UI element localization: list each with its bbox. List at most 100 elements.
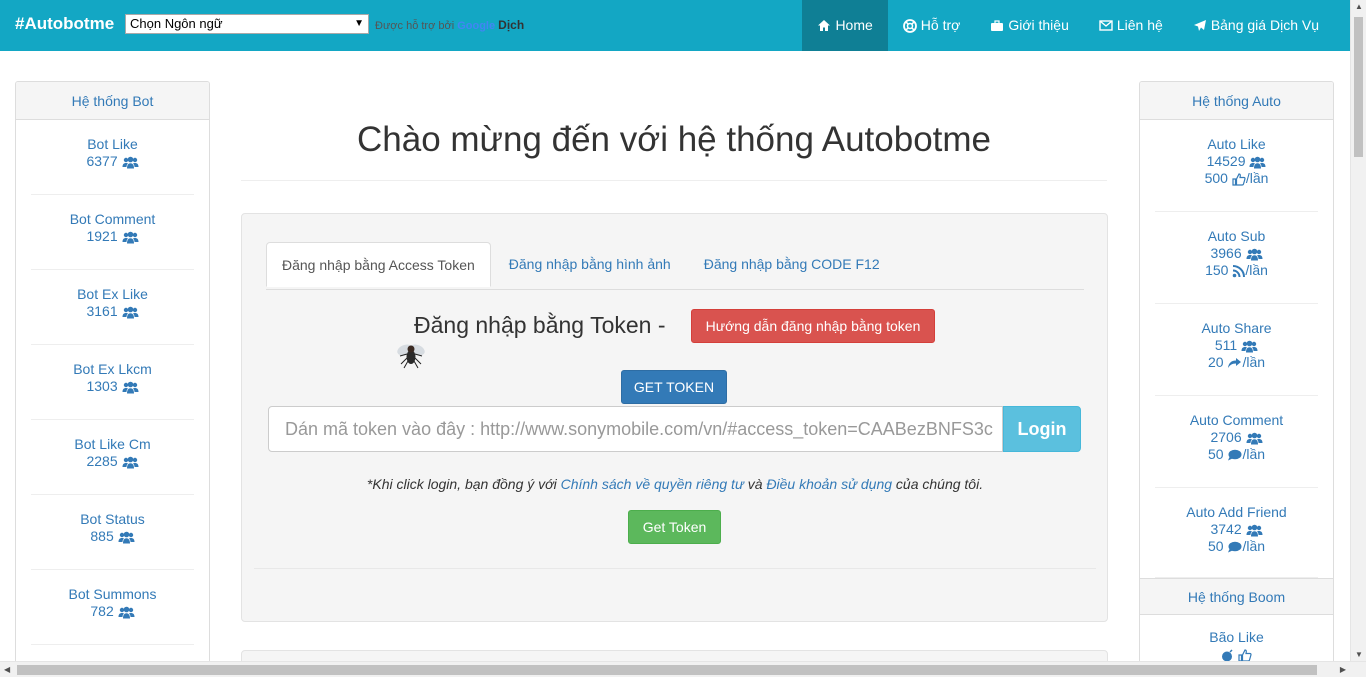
nav-contact[interactable]: Liên hệ: [1084, 0, 1178, 51]
rss-icon: [1233, 264, 1246, 278]
nav-about[interactable]: Giới thiệu: [975, 0, 1084, 51]
auto-item-comment[interactable]: Auto Comment 2706 50 /lần: [1155, 396, 1318, 488]
brand-logo[interactable]: #Autobotme: [15, 14, 114, 34]
bomb-icon: [1222, 649, 1233, 662]
bot-item-label: Bot Comment: [69, 211, 156, 227]
bot-item-count: 782: [90, 603, 114, 619]
terms-notice: *Khi click login, bạn đồng ý với Chính s…: [242, 476, 1108, 492]
auto-item-label: Auto Add Friend: [1186, 504, 1287, 520]
bot-item-count: 3161: [86, 303, 118, 319]
users-icon: [122, 153, 139, 169]
thumbs-up-icon: [1232, 173, 1246, 186]
bot-item-like[interactable]: Bot Like 6377: [31, 120, 194, 195]
vertical-scroll-thumb[interactable]: [1354, 17, 1363, 157]
login-button[interactable]: Login: [1003, 406, 1081, 452]
users-icon: [118, 528, 135, 544]
tab-image-login[interactable]: Đăng nhập bằng hình ảnh: [494, 242, 686, 286]
auto-item-rate: 50: [1207, 446, 1224, 462]
horizontal-scrollbar[interactable]: ◀ ▶: [0, 661, 1366, 677]
bot-item-summons[interactable]: Bot Summons 782: [31, 570, 194, 645]
top-navbar: #Autobotme Chọn Ngôn ngữ ▼ Được hỗ trợ b…: [0, 0, 1350, 51]
auto-item-sub[interactable]: Auto Sub 3966 150 /lần: [1155, 212, 1318, 304]
language-select[interactable]: Chọn Ngôn ngữ ▼: [125, 14, 369, 34]
token-input[interactable]: Dán mã token vào đây : http://www.sonymo…: [268, 406, 1003, 452]
auto-item-rate: 50: [1207, 538, 1224, 554]
home-icon: [818, 20, 831, 31]
auto-item-add-friend[interactable]: Auto Add Friend 3742 50 /lần: [1155, 488, 1318, 578]
scroll-left-icon[interactable]: ◀: [4, 665, 10, 674]
nav-pricing[interactable]: Bảng giá Dịch Vụ: [1178, 0, 1334, 51]
bot-item-label: Bot Ex Like: [77, 286, 148, 302]
powered-by-label: Được hỗ trợ bởi: [375, 20, 455, 32]
auto-item-count: 14529: [1206, 153, 1246, 169]
comment-icon: [1228, 541, 1242, 553]
lifebuoy-icon: [902, 18, 917, 33]
bot-item-like-cm[interactable]: Bot Like Cm 2285: [31, 420, 194, 495]
bot-item-status[interactable]: Bot Status 885: [31, 495, 194, 570]
share-icon: [1228, 358, 1242, 369]
chevron-down-icon: ▼: [354, 18, 364, 29]
auto-item-suffix: /lần: [1242, 446, 1266, 462]
auto-item-share[interactable]: Auto Share 511 20 /lần: [1155, 304, 1318, 396]
google-logo-text: Google: [457, 20, 496, 32]
scroll-down-icon[interactable]: ▼: [1355, 650, 1363, 659]
get-token-top-button[interactable]: GET TOKEN: [621, 370, 727, 404]
bot-item-label: Bot Like Cm: [74, 436, 151, 452]
users-icon: [122, 378, 139, 394]
tab-access-token[interactable]: Đăng nhập bằng Access Token: [266, 242, 491, 287]
users-icon: [1246, 429, 1263, 445]
powered-by-google: Được hỗ trợ bởi Google Dịch: [375, 18, 524, 32]
nav-support[interactable]: Hỗ trợ: [888, 0, 976, 51]
language-select-value: Chọn Ngôn ngữ: [130, 16, 223, 31]
auto-item-suffix: /lần: [1245, 170, 1269, 186]
nav-about-label: Giới thiệu: [1008, 17, 1069, 33]
auto-item-rate: 500: [1204, 170, 1228, 186]
vertical-scrollbar[interactable]: ▲ ▼: [1350, 0, 1366, 661]
bot-item-count: 1921: [86, 228, 118, 244]
users-icon: [122, 303, 139, 319]
horizontal-scroll-thumb[interactable]: [17, 665, 1317, 675]
title-divider: [241, 180, 1107, 181]
auto-system-panel: Hệ thống Auto Auto Like 14529 500 /lần A…: [1139, 81, 1334, 677]
bot-system-panel: Hệ thống Bot Bot Like 6377 Bot Comment 1…: [15, 81, 210, 677]
users-icon: [118, 603, 135, 619]
terms-prefix: *Khi click login, bạn đồng ý với: [366, 476, 561, 492]
token-guide-button[interactable]: Hướng dẫn đăng nhập bằng token: [691, 309, 935, 343]
fly-icon: [397, 344, 425, 369]
scroll-up-icon[interactable]: ▲: [1355, 2, 1363, 11]
scroll-right-icon[interactable]: ▶: [1340, 665, 1346, 674]
bot-item-ex-lkcm[interactable]: Bot Ex Lkcm 1303: [31, 345, 194, 420]
nav-menu: Home Hỗ trợ Giới thiệu Liên hệ Bảng giá …: [802, 0, 1334, 51]
bot-item-label: Bot Ex Lkcm: [73, 361, 152, 377]
bot-item-count: 1303: [86, 378, 118, 394]
auto-item-suffix: /lần: [1242, 538, 1266, 554]
terms-of-service-link[interactable]: Điều khoản sử dụng: [766, 476, 892, 492]
thumbs-up-icon: [1238, 649, 1252, 662]
nav-pricing-label: Bảng giá Dịch Vụ: [1210, 17, 1319, 33]
bot-item-ex-like[interactable]: Bot Ex Like 3161: [31, 270, 194, 345]
auto-item-count: 2706: [1210, 429, 1242, 445]
terms-and: và: [743, 476, 767, 492]
bot-item-label: Bot Like: [87, 136, 138, 152]
nav-home[interactable]: Home: [802, 0, 888, 51]
privacy-policy-link[interactable]: Chính sách về quyền riêng tư: [561, 476, 744, 492]
auto-item-count: 3742: [1210, 521, 1242, 537]
briefcase-icon: [991, 19, 1004, 31]
bot-item-count: 2285: [86, 453, 118, 469]
envelope-icon: [1099, 20, 1113, 31]
auto-system-title: Hệ thống Auto: [1140, 82, 1333, 120]
auto-item-rate: 150: [1205, 262, 1229, 278]
translate-link[interactable]: Dịch: [498, 18, 524, 32]
tab-code-f12[interactable]: Đăng nhập bằng CODE F12: [689, 242, 895, 286]
comment-icon: [1228, 449, 1242, 461]
bot-item-comment[interactable]: Bot Comment 1921: [31, 195, 194, 270]
auto-item-like[interactable]: Auto Like 14529 500 /lần: [1155, 120, 1318, 212]
auto-item-count: 511: [1214, 337, 1238, 353]
nav-home-label: Home: [835, 17, 873, 33]
users-icon: [122, 228, 139, 244]
auto-item-count: 3966: [1210, 245, 1242, 261]
token-heading: Đăng nhập bằng Token -: [414, 312, 666, 338]
get-token-bottom-button[interactable]: Get Token: [628, 510, 721, 544]
auto-item-rate: 20: [1207, 354, 1224, 370]
boom-item-label: Bão Like: [1209, 629, 1264, 645]
